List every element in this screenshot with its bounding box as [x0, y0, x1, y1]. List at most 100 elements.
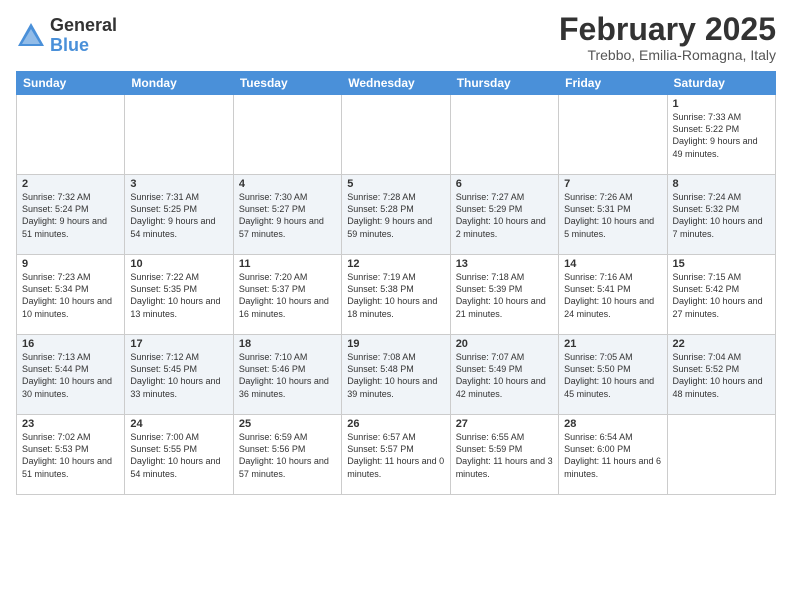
calendar-cell: 28Sunrise: 6:54 AM Sunset: 6:00 PM Dayli… — [559, 415, 667, 495]
day-number: 17 — [130, 338, 227, 350]
calendar-cell: 27Sunrise: 6:55 AM Sunset: 5:59 PM Dayli… — [450, 415, 558, 495]
calendar-cell — [667, 415, 775, 495]
day-info: Sunrise: 7:23 AM Sunset: 5:34 PM Dayligh… — [22, 271, 119, 320]
day-info: Sunrise: 7:05 AM Sunset: 5:50 PM Dayligh… — [564, 351, 661, 400]
weekday-header-monday: Monday — [125, 72, 233, 95]
day-number: 24 — [130, 418, 227, 430]
calendar-cell: 2Sunrise: 7:32 AM Sunset: 5:24 PM Daylig… — [17, 175, 125, 255]
day-info: Sunrise: 7:28 AM Sunset: 5:28 PM Dayligh… — [347, 191, 444, 240]
weekday-header-row: SundayMondayTuesdayWednesdayThursdayFrid… — [17, 72, 776, 95]
day-info: Sunrise: 7:27 AM Sunset: 5:29 PM Dayligh… — [456, 191, 553, 240]
day-info: Sunrise: 7:30 AM Sunset: 5:27 PM Dayligh… — [239, 191, 336, 240]
day-number: 4 — [239, 178, 336, 190]
weekday-header-sunday: Sunday — [17, 72, 125, 95]
calendar-cell: 20Sunrise: 7:07 AM Sunset: 5:49 PM Dayli… — [450, 335, 558, 415]
day-number: 7 — [564, 178, 661, 190]
title-block: February 2025 Trebbo, Emilia-Romagna, It… — [559, 12, 776, 63]
day-number: 16 — [22, 338, 119, 350]
weekday-header-tuesday: Tuesday — [233, 72, 341, 95]
day-info: Sunrise: 7:07 AM Sunset: 5:49 PM Dayligh… — [456, 351, 553, 400]
calendar-cell — [125, 95, 233, 175]
calendar-cell — [233, 95, 341, 175]
calendar-cell: 21Sunrise: 7:05 AM Sunset: 5:50 PM Dayli… — [559, 335, 667, 415]
day-number: 19 — [347, 338, 444, 350]
day-info: Sunrise: 7:24 AM Sunset: 5:32 PM Dayligh… — [673, 191, 770, 240]
day-number: 1 — [673, 98, 770, 110]
calendar-cell: 1Sunrise: 7:33 AM Sunset: 5:22 PM Daylig… — [667, 95, 775, 175]
calendar-cell: 25Sunrise: 6:59 AM Sunset: 5:56 PM Dayli… — [233, 415, 341, 495]
day-info: Sunrise: 7:12 AM Sunset: 5:45 PM Dayligh… — [130, 351, 227, 400]
calendar-cell: 10Sunrise: 7:22 AM Sunset: 5:35 PM Dayli… — [125, 255, 233, 335]
calendar-cell — [17, 95, 125, 175]
logo-general: General — [50, 16, 117, 36]
calendar-cell: 15Sunrise: 7:15 AM Sunset: 5:42 PM Dayli… — [667, 255, 775, 335]
day-number: 21 — [564, 338, 661, 350]
day-number: 25 — [239, 418, 336, 430]
day-info: Sunrise: 6:57 AM Sunset: 5:57 PM Dayligh… — [347, 431, 444, 480]
header: General Blue February 2025 Trebbo, Emili… — [16, 12, 776, 63]
week-row-2: 2Sunrise: 7:32 AM Sunset: 5:24 PM Daylig… — [17, 175, 776, 255]
weekday-header-thursday: Thursday — [450, 72, 558, 95]
day-number: 14 — [564, 258, 661, 270]
calendar-cell — [559, 95, 667, 175]
day-number: 5 — [347, 178, 444, 190]
day-info: Sunrise: 7:10 AM Sunset: 5:46 PM Dayligh… — [239, 351, 336, 400]
day-number: 27 — [456, 418, 553, 430]
logo-text: General Blue — [50, 16, 117, 56]
month-title: February 2025 — [559, 12, 776, 47]
calendar-cell: 13Sunrise: 7:18 AM Sunset: 5:39 PM Dayli… — [450, 255, 558, 335]
day-info: Sunrise: 7:00 AM Sunset: 5:55 PM Dayligh… — [130, 431, 227, 480]
day-number: 13 — [456, 258, 553, 270]
day-info: Sunrise: 7:19 AM Sunset: 5:38 PM Dayligh… — [347, 271, 444, 320]
day-info: Sunrise: 7:13 AM Sunset: 5:44 PM Dayligh… — [22, 351, 119, 400]
calendar-cell: 3Sunrise: 7:31 AM Sunset: 5:25 PM Daylig… — [125, 175, 233, 255]
day-number: 3 — [130, 178, 227, 190]
day-info: Sunrise: 6:55 AM Sunset: 5:59 PM Dayligh… — [456, 431, 553, 480]
day-number: 22 — [673, 338, 770, 350]
calendar-cell: 6Sunrise: 7:27 AM Sunset: 5:29 PM Daylig… — [450, 175, 558, 255]
calendar-cell: 4Sunrise: 7:30 AM Sunset: 5:27 PM Daylig… — [233, 175, 341, 255]
calendar-cell — [450, 95, 558, 175]
logo: General Blue — [16, 16, 117, 56]
calendar-cell: 18Sunrise: 7:10 AM Sunset: 5:46 PM Dayli… — [233, 335, 341, 415]
day-number: 28 — [564, 418, 661, 430]
day-info: Sunrise: 7:08 AM Sunset: 5:48 PM Dayligh… — [347, 351, 444, 400]
day-info: Sunrise: 6:54 AM Sunset: 6:00 PM Dayligh… — [564, 431, 661, 480]
calendar-cell: 26Sunrise: 6:57 AM Sunset: 5:57 PM Dayli… — [342, 415, 450, 495]
calendar-cell: 14Sunrise: 7:16 AM Sunset: 5:41 PM Dayli… — [559, 255, 667, 335]
calendar-cell: 23Sunrise: 7:02 AM Sunset: 5:53 PM Dayli… — [17, 415, 125, 495]
day-number: 8 — [673, 178, 770, 190]
calendar-cell: 24Sunrise: 7:00 AM Sunset: 5:55 PM Dayli… — [125, 415, 233, 495]
day-info: Sunrise: 7:02 AM Sunset: 5:53 PM Dayligh… — [22, 431, 119, 480]
day-info: Sunrise: 7:20 AM Sunset: 5:37 PM Dayligh… — [239, 271, 336, 320]
location: Trebbo, Emilia-Romagna, Italy — [559, 47, 776, 63]
calendar-cell: 8Sunrise: 7:24 AM Sunset: 5:32 PM Daylig… — [667, 175, 775, 255]
day-number: 9 — [22, 258, 119, 270]
calendar-cell: 5Sunrise: 7:28 AM Sunset: 5:28 PM Daylig… — [342, 175, 450, 255]
day-info: Sunrise: 7:32 AM Sunset: 5:24 PM Dayligh… — [22, 191, 119, 240]
calendar-cell: 16Sunrise: 7:13 AM Sunset: 5:44 PM Dayli… — [17, 335, 125, 415]
day-number: 12 — [347, 258, 444, 270]
day-info: Sunrise: 7:26 AM Sunset: 5:31 PM Dayligh… — [564, 191, 661, 240]
calendar-cell: 19Sunrise: 7:08 AM Sunset: 5:48 PM Dayli… — [342, 335, 450, 415]
day-info: Sunrise: 7:04 AM Sunset: 5:52 PM Dayligh… — [673, 351, 770, 400]
day-info: Sunrise: 7:33 AM Sunset: 5:22 PM Dayligh… — [673, 111, 770, 160]
weekday-header-friday: Friday — [559, 72, 667, 95]
week-row-4: 16Sunrise: 7:13 AM Sunset: 5:44 PM Dayli… — [17, 335, 776, 415]
day-info: Sunrise: 7:18 AM Sunset: 5:39 PM Dayligh… — [456, 271, 553, 320]
day-number: 11 — [239, 258, 336, 270]
day-info: Sunrise: 7:31 AM Sunset: 5:25 PM Dayligh… — [130, 191, 227, 240]
calendar-cell: 11Sunrise: 7:20 AM Sunset: 5:37 PM Dayli… — [233, 255, 341, 335]
day-number: 6 — [456, 178, 553, 190]
week-row-3: 9Sunrise: 7:23 AM Sunset: 5:34 PM Daylig… — [17, 255, 776, 335]
page: General Blue February 2025 Trebbo, Emili… — [0, 0, 792, 612]
calendar-cell: 17Sunrise: 7:12 AM Sunset: 5:45 PM Dayli… — [125, 335, 233, 415]
logo-icon — [16, 21, 46, 51]
day-info: Sunrise: 6:59 AM Sunset: 5:56 PM Dayligh… — [239, 431, 336, 480]
calendar-cell: 12Sunrise: 7:19 AM Sunset: 5:38 PM Dayli… — [342, 255, 450, 335]
calendar-cell: 7Sunrise: 7:26 AM Sunset: 5:31 PM Daylig… — [559, 175, 667, 255]
day-number: 20 — [456, 338, 553, 350]
day-number: 18 — [239, 338, 336, 350]
day-info: Sunrise: 7:22 AM Sunset: 5:35 PM Dayligh… — [130, 271, 227, 320]
day-number: 26 — [347, 418, 444, 430]
